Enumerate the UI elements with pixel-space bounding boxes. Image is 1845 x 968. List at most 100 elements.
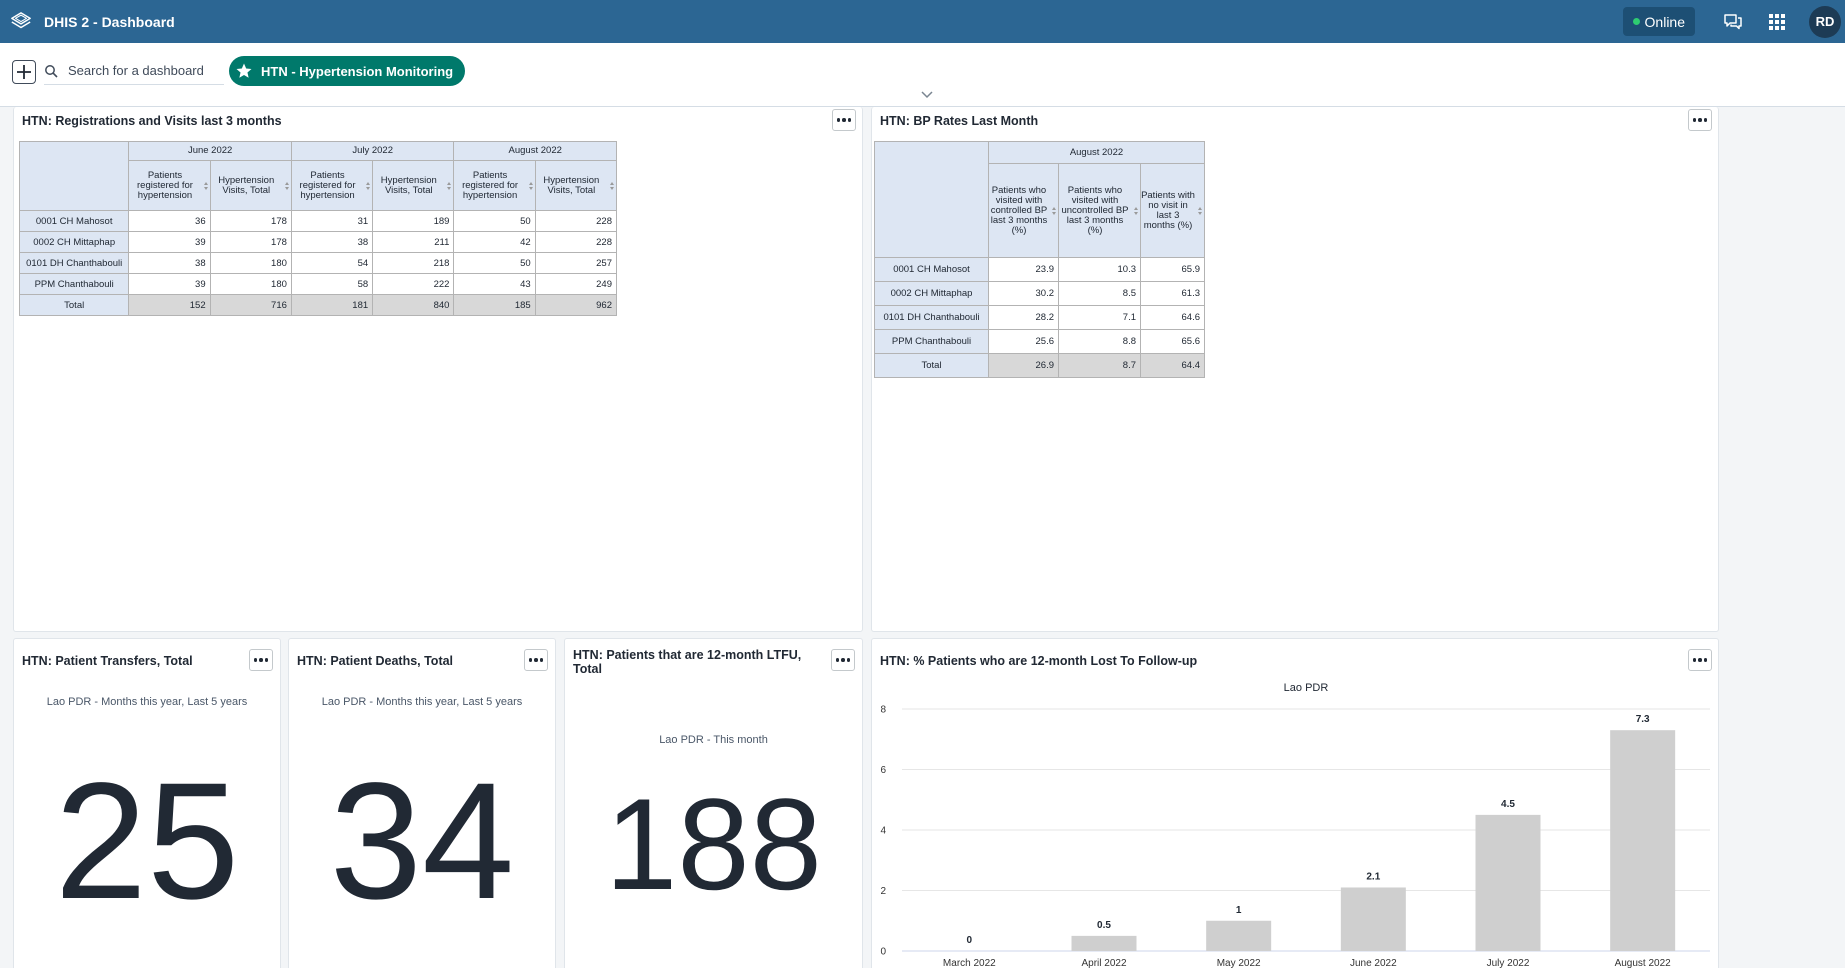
table-cell: 180	[209, 273, 292, 295]
more-options-button[interactable]	[832, 109, 856, 131]
table-cell: 10.3	[1058, 257, 1141, 282]
period-header: August 2022	[988, 141, 1205, 164]
period-header: August 2022	[453, 141, 617, 161]
table-cell: 50	[453, 252, 536, 274]
data-label: 0.5	[1097, 920, 1111, 931]
table-cell: 249	[534, 273, 618, 295]
bar-chart: Lao PDR 0 2 4 6 8 0 March 2022 0.5 April 2022 1 May…	[880, 682, 1710, 968]
online-status-label: Online	[1644, 13, 1685, 30]
row-label: 0001 CH Mahosot	[18, 210, 130, 232]
single-value-number: 188	[605, 771, 822, 917]
column-header-sortable[interactable]: Hypertension Visits, Total	[372, 160, 455, 211]
single-value-subtitle: Lao PDR - Months this year, Last 5 years	[321, 696, 523, 708]
table-cell: 38	[128, 252, 211, 274]
dashboard-chip-selected[interactable]: HTN - Hypertension Monitoring	[229, 56, 466, 86]
apps-grid-icon[interactable]	[1765, 10, 1789, 34]
column-header-sortable[interactable]: Patients who visited with uncontrolled B…	[1058, 163, 1141, 258]
star-icon	[236, 63, 252, 78]
row-label: PPM Chanthabouli	[874, 329, 989, 354]
table-cell: 28.2	[988, 305, 1059, 330]
table-cell: 181	[290, 294, 374, 316]
table-cell: 42	[453, 231, 536, 253]
table-cell: 7.1	[1058, 305, 1141, 330]
y-tick-label: 6	[880, 765, 886, 776]
y-tick-label: 8	[880, 705, 886, 716]
single-value-subtitle: Lao PDR - Months this year, Last 5 years	[46, 696, 248, 708]
table-row: 0002 CH Mittaphap 39 178 38 211 42 228	[18, 231, 618, 253]
user-avatar[interactable]: RD	[1809, 5, 1841, 38]
corner-cell	[874, 141, 989, 258]
table-cell: 30.2	[988, 281, 1059, 306]
table-cell: 31	[290, 210, 374, 232]
data-label: 1	[1236, 905, 1242, 916]
table-cell: 8.8	[1058, 329, 1141, 354]
table-cell: 38	[290, 231, 374, 253]
table-cell: 23.9	[988, 257, 1059, 282]
card-patient-transfers: HTN: Patient Transfers, Total Lao PDR - …	[13, 638, 281, 968]
table-cell: 189	[372, 210, 455, 232]
x-tick-label: July 2022	[1487, 958, 1530, 968]
data-label: 0	[967, 935, 973, 946]
column-header-sortable[interactable]: Hypertension Visits, Total	[209, 160, 292, 211]
row-label: Total	[874, 353, 989, 378]
row-label: PPM Chanthabouli	[18, 273, 130, 295]
card-title: HTN: BP Rates Last Month	[880, 114, 1039, 128]
chart-title: Lao PDR	[1284, 682, 1329, 694]
single-value-number: 34	[329, 749, 515, 934]
table-total-row: Total 26.9 8.7 64.4	[874, 353, 1205, 378]
row-label: 0101 DH Chanthabouli	[18, 252, 130, 274]
table-cell: 185	[453, 294, 536, 316]
column-header-sortable[interactable]: Hypertension Visits, Total	[534, 160, 618, 211]
table-cell: 54	[290, 252, 374, 274]
table-cell: 228	[534, 210, 618, 232]
row-label: 0101 DH Chanthabouli	[874, 305, 989, 330]
pivot-table: June 2022 July 2022 August 2022 Patients…	[18, 141, 618, 316]
dashboard-search-input[interactable]	[68, 63, 218, 78]
x-tick-label: June 2022	[1350, 958, 1397, 968]
table-cell: 39	[128, 231, 211, 253]
x-tick-label: August 2022	[1615, 958, 1672, 968]
bar	[1206, 920, 1272, 951]
table-row: 0101 DH Chanthabouli 38 180 54 218 50 25…	[18, 252, 618, 274]
table-cell: 64.4	[1140, 353, 1205, 378]
period-header: June 2022	[128, 141, 292, 161]
table-total-row: Total 152 716 181 840 185 962	[18, 294, 618, 316]
card-registrations-visits: HTN: Registrations and Visits last 3 mon…	[13, 107, 863, 632]
column-header-sortable[interactable]: Patients with no visit in last 3 months …	[1140, 163, 1205, 258]
table-cell: 25.6	[988, 329, 1059, 354]
dashboard-search	[44, 57, 224, 85]
table-cell: 64.6	[1140, 305, 1205, 330]
card-title: HTN: Patient Transfers, Total	[22, 654, 193, 668]
column-header-sortable[interactable]: Patients who visited with controlled BP …	[988, 163, 1059, 258]
online-status-badge[interactable]: Online	[1622, 7, 1695, 36]
app-title: DHIS 2 - Dashboard	[44, 13, 175, 30]
row-label: 0002 CH Mittaphap	[18, 231, 130, 253]
row-label: 0001 CH Mahosot	[874, 257, 989, 282]
table-cell: 211	[372, 231, 455, 253]
add-dashboard-button[interactable]	[12, 60, 36, 84]
card-ltfu-percent-chart: HTN: % Patients who are 12-month Lost To…	[871, 638, 1719, 968]
dhis2-logo-icon[interactable]	[10, 11, 32, 33]
table-cell: 26.9	[988, 353, 1059, 378]
table-cell: 61.3	[1140, 281, 1205, 306]
column-header-sortable[interactable]: Patients registered for hypertension	[453, 160, 536, 211]
card-title: HTN: Registrations and Visits last 3 mon…	[22, 114, 282, 128]
more-options-button[interactable]	[524, 649, 548, 671]
corner-cell	[18, 141, 130, 211]
chevron-down-icon[interactable]	[920, 90, 934, 100]
more-options-button[interactable]	[1688, 109, 1712, 131]
table-cell: 222	[372, 273, 455, 295]
table-cell: 152	[128, 294, 211, 316]
x-tick-label: May 2022	[1217, 958, 1261, 968]
more-options-button[interactable]	[249, 649, 273, 671]
header-bar: DHIS 2 - Dashboard Online RD	[0, 0, 1845, 43]
bar	[1475, 814, 1541, 951]
column-header-sortable[interactable]: Patients registered for hypertension	[290, 160, 374, 211]
table-cell: 39	[128, 273, 211, 295]
more-options-button[interactable]	[831, 649, 855, 671]
messages-icon[interactable]	[1721, 10, 1745, 34]
y-tick-label: 4	[880, 826, 886, 837]
table-cell: 716	[209, 294, 292, 316]
column-header-sortable[interactable]: Patients registered for hypertension	[128, 160, 211, 211]
single-value-subtitle: Lao PDR - This month	[659, 734, 768, 746]
